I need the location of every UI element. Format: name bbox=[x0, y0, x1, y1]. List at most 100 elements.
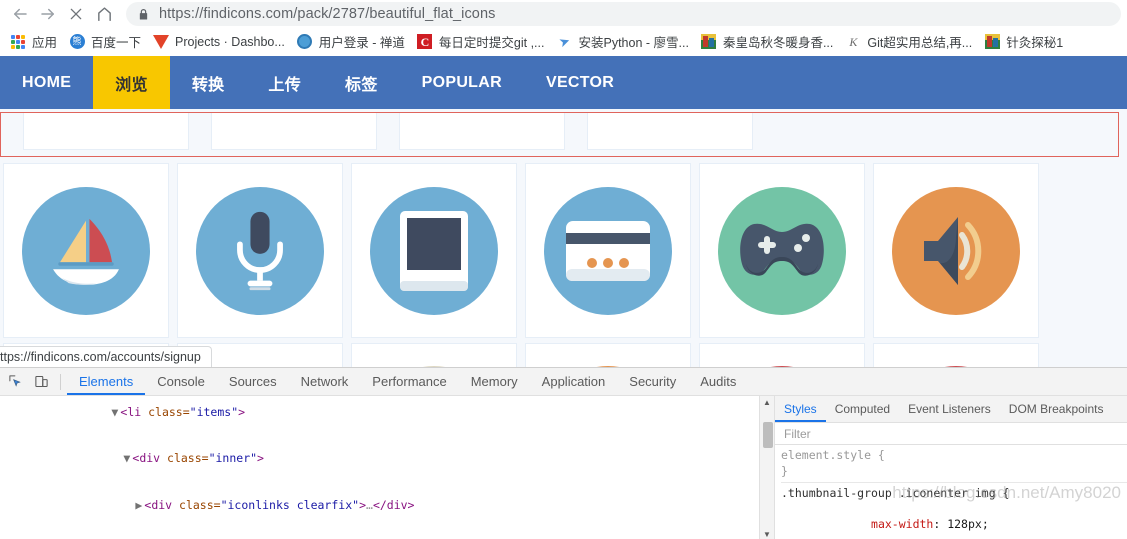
icon-cell-polaroid[interactable] bbox=[351, 163, 517, 338]
icon-cell-speaker[interactable] bbox=[873, 163, 1039, 338]
dom-line[interactable]: ▶ <div class="iconlinks clearfix">…</div> bbox=[0, 482, 759, 529]
sailboat-icon bbox=[22, 186, 150, 315]
scroll-up-arrow-icon[interactable]: ▲ bbox=[763, 398, 771, 407]
speaker-icon bbox=[892, 186, 1020, 315]
bookmark-qinhuangdao[interactable]: 秦皇岛秋冬暖身香... bbox=[695, 31, 839, 53]
devtools-panes: ▼ <li class="items"> ▼ <div class="inner">… bbox=[0, 396, 1127, 539]
dom-ellipsis[interactable]: … bbox=[366, 498, 373, 512]
dom-tag: <div bbox=[132, 451, 161, 465]
icon-cell-partial[interactable] bbox=[211, 113, 377, 150]
bookmark-git-summary[interactable]: K Git超实用总结,再... bbox=[839, 31, 978, 53]
bookmark-label: 用户登录 - 禅道 bbox=[318, 36, 405, 50]
bookmark-baidu[interactable]: 熊 百度一下 bbox=[63, 31, 147, 53]
css-rule-selector[interactable]: .thumbnail-group .iconenter img { bbox=[781, 486, 1127, 502]
house-icon bbox=[984, 34, 1000, 50]
dom-punct: > bbox=[238, 404, 246, 419]
site-navigation-bar: HOME 浏览 转换 上传 标签 POPULAR VECTOR bbox=[0, 56, 1127, 109]
tab-computed[interactable]: Computed bbox=[826, 396, 899, 422]
css-declaration[interactable]: max-width: 128px; bbox=[781, 502, 1127, 539]
styles-tab-bar: Styles Computed Event Listeners DOM Brea… bbox=[775, 396, 1127, 423]
nav-item-browse[interactable]: 浏览 bbox=[93, 56, 170, 109]
tab-memory[interactable]: Memory bbox=[459, 368, 530, 395]
dom-attr: class= bbox=[179, 497, 221, 512]
bookmark-apps[interactable]: 应用 bbox=[4, 31, 63, 53]
back-arrow-icon[interactable] bbox=[6, 2, 34, 26]
icon-cell-next[interactable] bbox=[525, 343, 691, 367]
apps-grid-icon bbox=[10, 34, 26, 50]
devtools-panel: Elements Console Sources Network Perform… bbox=[0, 367, 1127, 539]
nav-item-vector[interactable]: VECTOR bbox=[524, 56, 636, 109]
icon-cell-game-controller[interactable] bbox=[699, 163, 865, 338]
dom-line[interactable]: ▼ <li class="items"> bbox=[0, 396, 759, 436]
inspect-cursor-icon[interactable] bbox=[2, 369, 28, 395]
bookmark-zentao-login[interactable]: 用户登录 - 禅道 bbox=[291, 31, 411, 53]
tab-application[interactable]: Application bbox=[530, 368, 618, 395]
git-script-icon: K bbox=[849, 34, 858, 49]
tab-sources[interactable]: Sources bbox=[217, 368, 289, 395]
address-bar[interactable]: https://findicons.com/pack/2787/beautifu… bbox=[126, 2, 1121, 26]
dom-tree-pane[interactable]: ▼ <li class="items"> ▼ <div class="inner">… bbox=[0, 396, 759, 539]
browser-toolbar: https://findicons.com/pack/2787/beautifu… bbox=[0, 0, 1127, 28]
bookmark-install-python[interactable]: ➤ 安装Python - 廖雪... bbox=[550, 31, 694, 53]
bookmark-label: 每日定时提交git ,... bbox=[438, 36, 545, 50]
styles-pane: Styles Computed Event Listeners DOM Brea… bbox=[775, 396, 1127, 539]
styles-rules-list: element.style { } .thumbnail-group .icon… bbox=[775, 445, 1127, 539]
tab-network[interactable]: Network bbox=[289, 368, 361, 395]
bookmark-label: 安装Python - 廖雪... bbox=[578, 36, 689, 50]
css-property-value[interactable]: 128px; bbox=[947, 517, 989, 531]
tab-console[interactable]: Console bbox=[145, 368, 217, 395]
bookmark-label: Git超实用总结,再... bbox=[867, 36, 973, 50]
toolbar-divider bbox=[60, 373, 61, 390]
element-style-selector[interactable]: element.style { bbox=[781, 448, 1127, 464]
game-controller-icon bbox=[718, 186, 846, 315]
element-style-close: } bbox=[781, 463, 788, 478]
lock-icon bbox=[138, 8, 149, 21]
stop-x-icon[interactable] bbox=[62, 2, 90, 26]
icon-cell-partial[interactable] bbox=[587, 113, 753, 150]
c-red-icon: C bbox=[417, 34, 433, 50]
highlighted-thumbnail-group bbox=[0, 112, 1119, 157]
bookmark-label: 秦皇岛秋冬暖身香... bbox=[722, 36, 834, 50]
css-property-name[interactable]: max-width bbox=[871, 517, 933, 531]
icon-cell-sailboat[interactable] bbox=[3, 163, 169, 338]
bookmark-label: 应用 bbox=[32, 36, 58, 50]
nav-item-upload[interactable]: 上传 bbox=[246, 56, 323, 109]
icon-cell-next[interactable] bbox=[351, 343, 517, 367]
home-icon[interactable] bbox=[90, 2, 118, 26]
bookmark-label: Projects · Dashbo... bbox=[175, 34, 285, 49]
tab-styles[interactable]: Styles bbox=[775, 396, 826, 422]
forward-arrow-icon[interactable] bbox=[34, 2, 62, 26]
icon-cell-next[interactable] bbox=[873, 343, 1039, 367]
dom-line[interactable]: ▼ <div class="inner"> bbox=[0, 436, 759, 483]
icon-cell-partial[interactable] bbox=[399, 113, 565, 150]
styles-filter-input[interactable]: Filter bbox=[775, 423, 1127, 445]
tab-audits[interactable]: Audits bbox=[688, 368, 748, 395]
bookmark-acupuncture[interactable]: 针灸探秘1 bbox=[978, 31, 1069, 53]
tab-security[interactable]: Security bbox=[617, 368, 688, 395]
gitlab-fox-icon bbox=[153, 34, 170, 50]
tab-dom-breakpoints[interactable]: DOM Breakpoints bbox=[1000, 396, 1113, 422]
device-toolbar-icon[interactable] bbox=[28, 369, 54, 395]
bookmark-label: 百度一下 bbox=[91, 36, 142, 50]
dom-punct: > bbox=[359, 497, 366, 512]
nav-item-tags[interactable]: 标签 bbox=[323, 56, 400, 109]
rocket-icon: ➤ bbox=[556, 32, 573, 51]
bookmark-label: 针灸探秘1 bbox=[1006, 36, 1064, 50]
nav-item-popular[interactable]: POPULAR bbox=[400, 56, 524, 109]
bookmark-daily-git-commit[interactable]: C 每日定时提交git ,... bbox=[411, 31, 551, 53]
scroll-down-arrow-icon[interactable]: ▼ bbox=[763, 530, 771, 539]
pane-scrollbar[interactable]: ▲ ▼ bbox=[759, 396, 775, 539]
icon-cell-next[interactable] bbox=[699, 343, 865, 367]
dom-line[interactable]: ▼<a class="iconenter" href="/icon/584450… bbox=[0, 529, 759, 539]
tab-event-listeners[interactable]: Event Listeners bbox=[899, 396, 1000, 422]
nav-item-convert[interactable]: 转换 bbox=[170, 56, 247, 109]
nav-item-home[interactable]: HOME bbox=[0, 56, 93, 109]
icon-cell-credit-card[interactable] bbox=[525, 163, 691, 338]
scrollbar-thumb[interactable] bbox=[763, 422, 773, 448]
icon-cell-partial[interactable] bbox=[23, 113, 189, 150]
tab-elements[interactable]: Elements bbox=[67, 368, 145, 395]
tab-performance[interactable]: Performance bbox=[360, 368, 458, 395]
credit-card-icon bbox=[544, 186, 672, 315]
bookmark-projects-dashboard[interactable]: Projects · Dashbo... bbox=[147, 31, 291, 53]
icon-cell-microphone[interactable] bbox=[177, 163, 343, 338]
